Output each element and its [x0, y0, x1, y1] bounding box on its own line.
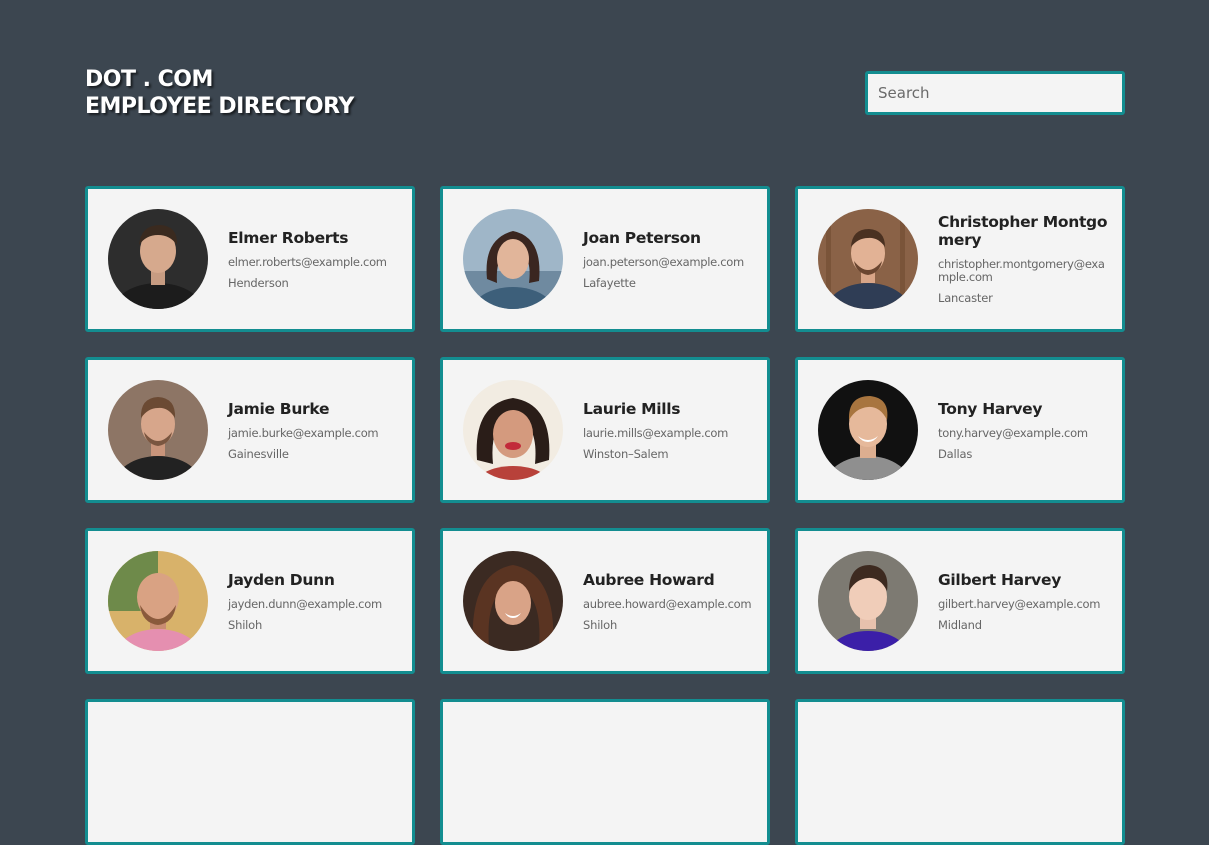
employee-city: Lancaster — [938, 291, 993, 305]
employee-email: gilbert.harvey@example.com — [938, 596, 1101, 611]
employee-email: aubree.howard@example.com — [583, 596, 752, 611]
employee-city: Gainesville — [228, 446, 289, 461]
employee-email: elmer.roberts@example.com — [228, 254, 387, 269]
employee-card[interactable]: Elmer Roberts elmer.roberts@example.com … — [85, 186, 415, 332]
employee-city: Shiloh — [228, 617, 263, 632]
employee-city: Dallas — [938, 446, 973, 461]
employee-card[interactable] — [440, 699, 770, 845]
employee-card[interactable]: Laurie Mills laurie.mills@example.com Wi… — [440, 357, 770, 503]
directory-title: EMPLOYEE DIRECTORY — [85, 94, 354, 119]
employee-card[interactable]: Tony Harvey tony.harvey@example.com Dall… — [795, 357, 1125, 503]
search-input[interactable] — [865, 71, 1125, 115]
employee-card[interactable] — [795, 699, 1125, 845]
avatar — [108, 551, 208, 651]
avatar — [818, 380, 918, 480]
employee-name: Tony Harvey — [938, 399, 1043, 418]
employee-card[interactable]: Christopher Montgomery christopher.montg… — [795, 186, 1125, 332]
avatar — [818, 209, 918, 309]
employee-city: Henderson — [228, 275, 289, 290]
employee-city: Lafayette — [583, 275, 636, 290]
employee-name: Jamie Burke — [228, 399, 330, 418]
employee-name: Gilbert Harvey — [938, 570, 1062, 589]
employee-email: tony.harvey@example.com — [938, 425, 1088, 440]
page-title: DOT . COM EMPLOYEE DIRECTORY — [85, 66, 354, 120]
employee-email: joan.peterson@example.com — [583, 254, 744, 269]
employee-grid: Elmer Roberts elmer.roberts@example.com … — [85, 186, 1125, 845]
company-name: DOT . COM — [85, 67, 213, 92]
employee-city: Shiloh — [583, 617, 618, 632]
avatar — [463, 380, 563, 480]
employee-card[interactable]: Gilbert Harvey gilbert.harvey@example.co… — [795, 528, 1125, 674]
employee-name: Aubree Howard — [583, 570, 715, 589]
employee-card[interactable]: Jamie Burke jamie.burke@example.com Gain… — [85, 357, 415, 503]
avatar — [108, 209, 208, 309]
avatar — [818, 551, 918, 651]
avatar — [463, 209, 563, 309]
employee-name: Laurie Mills — [583, 399, 681, 418]
employee-email: jayden.dunn@example.com — [228, 596, 382, 611]
employee-name: Joan Peterson — [583, 228, 701, 247]
avatar — [463, 551, 563, 651]
employee-email: laurie.mills@example.com — [583, 425, 728, 440]
employee-city: Midland — [938, 617, 982, 632]
employee-card[interactable] — [85, 699, 415, 845]
employee-card[interactable]: Joan Peterson joan.peterson@example.com … — [440, 186, 770, 332]
employee-city: Winston–Salem — [583, 446, 669, 461]
employee-name: Christopher Montgomery — [938, 213, 1108, 249]
employee-card[interactable]: Aubree Howard aubree.howard@example.com … — [440, 528, 770, 674]
employee-email: christopher.montgomery@example.com — [938, 257, 1105, 284]
avatar — [108, 380, 208, 480]
employee-email: jamie.burke@example.com — [228, 425, 379, 440]
employee-card[interactable]: Jayden Dunn jayden.dunn@example.com Shil… — [85, 528, 415, 674]
employee-name: Elmer Roberts — [228, 228, 349, 247]
employee-name: Jayden Dunn — [228, 570, 335, 589]
